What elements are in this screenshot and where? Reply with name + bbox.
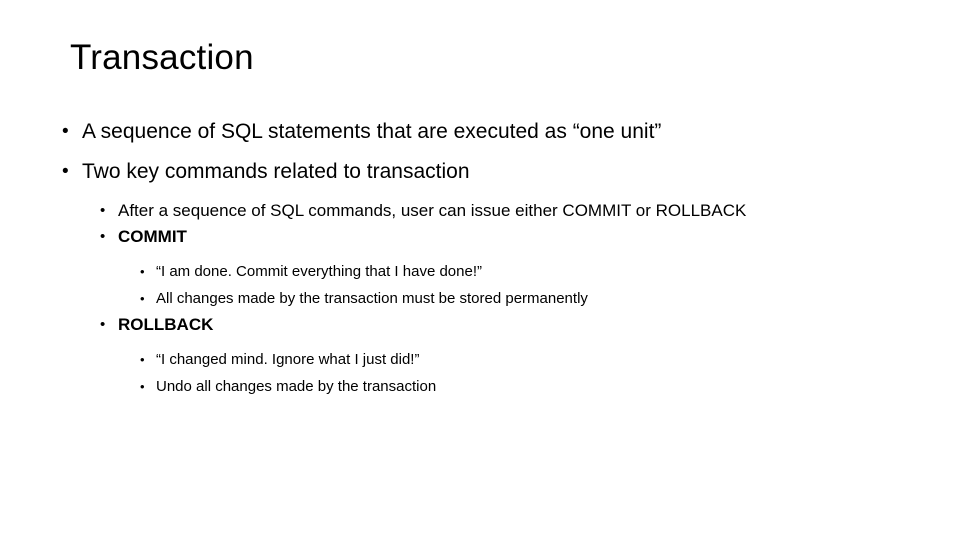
bullet-text: After a sequence of SQL commands, user c…	[118, 201, 747, 220]
bullet-item-level1: • Two key commands related to transactio…	[62, 152, 892, 192]
bullet-text: COMMIT	[118, 227, 187, 246]
bullet-text: “I am done. Commit everything that I hav…	[156, 263, 482, 280]
bullet-glyph-icon: •	[100, 202, 106, 219]
bullet-text: Two key commands related to transaction	[82, 160, 470, 183]
bullet-text: All changes made by the transaction must…	[156, 290, 588, 307]
slide-title: Transaction	[70, 38, 254, 77]
bullet-glyph-icon: •	[100, 228, 106, 245]
bullet-text: “I changed mind. Ignore what I just did!…	[156, 351, 420, 368]
bullet-item-level1: • A sequence of SQL statements that are …	[62, 112, 892, 152]
presentation-slide: Transaction • A sequence of SQL statemen…	[0, 0, 960, 540]
bullet-text: Undo all changes made by the transaction	[156, 378, 437, 395]
bullet-item-level3: • All changes made by the transaction mu…	[140, 285, 892, 312]
bullet-text: A sequence of SQL statements that are ex…	[82, 120, 662, 143]
bullet-glyph-icon: •	[140, 352, 145, 367]
bullet-glyph-icon: •	[140, 291, 145, 306]
bullet-glyph-icon: •	[140, 264, 145, 279]
bullet-glyph-icon: •	[62, 121, 69, 142]
bullet-glyph-icon: •	[140, 379, 145, 394]
bullet-item-level2: • After a sequence of SQL commands, user…	[100, 198, 892, 224]
bullet-item-level3: • “I changed mind. Ignore what I just di…	[140, 346, 892, 373]
bullet-glyph-icon: •	[62, 161, 69, 182]
bullet-text: ROLLBACK	[118, 315, 214, 334]
bullet-item-level3: • Undo all changes made by the transacti…	[140, 373, 892, 400]
bullet-item-level3: • “I am done. Commit everything that I h…	[140, 258, 892, 285]
bullet-glyph-icon: •	[100, 316, 106, 333]
slide-body: • A sequence of SQL statements that are …	[62, 112, 892, 400]
bullet-item-level2-rollback: • ROLLBACK	[100, 312, 892, 338]
bullet-item-level2-commit: • COMMIT	[100, 224, 892, 250]
